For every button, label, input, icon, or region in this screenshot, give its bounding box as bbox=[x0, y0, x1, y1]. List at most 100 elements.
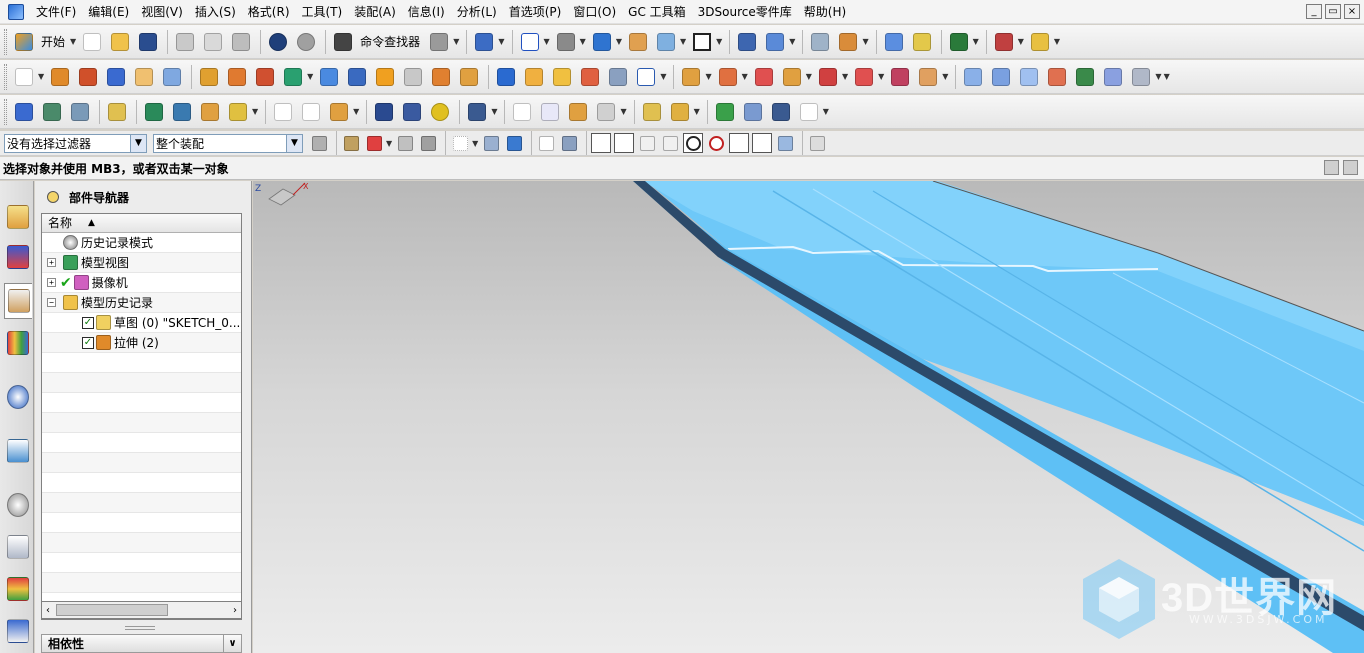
start-button[interactable] bbox=[11, 29, 37, 55]
through-curves-button[interactable] bbox=[988, 64, 1014, 90]
hole-button[interactable] bbox=[131, 64, 157, 90]
surface-options-button[interactable] bbox=[1128, 64, 1154, 90]
tree-row-model-views[interactable]: + 模型视图 bbox=[42, 253, 241, 273]
bearing-button[interactable] bbox=[427, 99, 453, 125]
snap-existing-point-button[interactable] bbox=[729, 133, 750, 153]
resource-tab-history[interactable] bbox=[4, 487, 32, 523]
toolbar-grip[interactable] bbox=[4, 98, 7, 125]
chevron-down-icon[interactable]: ▼ bbox=[705, 72, 711, 81]
pattern-button[interactable] bbox=[224, 64, 250, 90]
menu-gc-toolbox[interactable]: GC 工具箱 bbox=[622, 0, 692, 24]
menu-tools[interactable]: 工具(T) bbox=[296, 0, 349, 24]
menu-preferences[interactable]: 首选项(P) bbox=[503, 0, 568, 24]
hide-button[interactable] bbox=[464, 99, 490, 125]
chevron-down-icon[interactable]: ▼ bbox=[70, 37, 76, 46]
mirror-button[interactable] bbox=[493, 64, 519, 90]
type-filter-select[interactable]: 没有选择过滤器 ▼ bbox=[4, 133, 147, 153]
through-mesh-button[interactable] bbox=[1016, 64, 1042, 90]
datum-plane-button[interactable] bbox=[196, 64, 222, 90]
selection-scope-select[interactable]: 整个装配 ▼ bbox=[153, 133, 303, 153]
graphics-window[interactable]: 3D世界网 WWW.3DSJW.COM Z X bbox=[253, 181, 1364, 653]
touch-mode-button[interactable] bbox=[426, 29, 452, 55]
resource-tab-constraint-navigator[interactable] bbox=[4, 239, 32, 275]
snap-button[interactable] bbox=[881, 29, 907, 55]
select-curve-button[interactable] bbox=[364, 133, 384, 153]
undo-button[interactable] bbox=[265, 29, 291, 55]
layer-settings-button[interactable] bbox=[39, 99, 65, 125]
dependencies-panel-header[interactable]: 相依性 ∨ bbox=[41, 634, 242, 653]
background-button[interactable] bbox=[689, 29, 715, 55]
redo-button[interactable] bbox=[293, 29, 319, 55]
edge-blend-button[interactable] bbox=[428, 64, 454, 90]
chevron-down-icon[interactable]: ▼ bbox=[680, 37, 686, 46]
menu-view[interactable]: 视图(V) bbox=[135, 0, 189, 24]
unite-button[interactable] bbox=[252, 64, 278, 90]
new-button[interactable] bbox=[79, 29, 105, 55]
pad-button[interactable] bbox=[605, 64, 631, 90]
tree-row-model-history[interactable]: − 模型历史记录 bbox=[42, 293, 241, 313]
chevron-down-icon[interactable]: ▼ bbox=[353, 107, 359, 116]
sketch-button[interactable] bbox=[11, 64, 37, 90]
reposition-button[interactable] bbox=[169, 99, 195, 125]
scroll-left-icon[interactable]: ‹ bbox=[42, 605, 54, 616]
draft-button[interactable] bbox=[372, 64, 398, 90]
menu-file[interactable]: 文件(F) bbox=[30, 0, 82, 24]
layer-button[interactable] bbox=[625, 29, 651, 55]
chevron-down-icon[interactable]: ▼ bbox=[660, 72, 666, 81]
wcs-button[interactable] bbox=[835, 29, 861, 55]
image-button[interactable] bbox=[565, 99, 591, 125]
spring-button[interactable] bbox=[399, 99, 425, 125]
chevron-down-icon[interactable]: ▼ bbox=[38, 72, 44, 81]
tree-row-extrude[interactable]: ✓ 拉伸 (2) bbox=[42, 333, 241, 353]
scroll-right-icon[interactable]: › bbox=[229, 605, 241, 616]
triangle-button[interactable] bbox=[509, 99, 535, 125]
chevron-down-icon[interactable]: ▼ bbox=[1155, 72, 1161, 81]
rectangle-select-button[interactable] bbox=[450, 133, 470, 153]
ruled-surface-button[interactable] bbox=[960, 64, 986, 90]
snap-control-button[interactable] bbox=[559, 133, 579, 153]
dimension-button[interactable] bbox=[593, 99, 619, 125]
tree-row-sketch[interactable]: ✓ 草图 (0) "SKETCH_0... bbox=[42, 313, 241, 333]
resource-tab-roles[interactable] bbox=[4, 613, 32, 649]
menu-insert[interactable]: 插入(S) bbox=[189, 0, 242, 24]
selection-priority-button[interactable] bbox=[807, 133, 827, 153]
offset-face-button[interactable] bbox=[316, 64, 342, 90]
trim-body-button[interactable] bbox=[344, 64, 370, 90]
chevron-down-icon[interactable]: ▼ bbox=[1018, 37, 1024, 46]
resize-face-button[interactable] bbox=[815, 64, 841, 90]
select-face-button[interactable] bbox=[481, 133, 501, 153]
snap-end-point-button[interactable] bbox=[591, 133, 612, 153]
snap-quadrant-button[interactable] bbox=[706, 133, 726, 153]
resource-tab-process-studio[interactable] bbox=[4, 529, 32, 565]
chevron-down-icon[interactable]: ▼ bbox=[472, 139, 478, 148]
menu-analysis[interactable]: 分析(L) bbox=[451, 0, 503, 24]
display-button[interactable] bbox=[653, 29, 679, 55]
rendering-style-button[interactable] bbox=[553, 29, 579, 55]
expand-toggle[interactable]: + bbox=[47, 278, 56, 287]
menu-window[interactable]: 窗口(O) bbox=[567, 0, 622, 24]
tree-row-cameras[interactable]: + ✔ 摄像机 bbox=[42, 273, 241, 293]
start-label[interactable]: 开始 bbox=[41, 33, 65, 50]
check-button[interactable] bbox=[712, 99, 738, 125]
bom-button[interactable] bbox=[740, 99, 766, 125]
close-button[interactable]: × bbox=[1344, 4, 1360, 19]
component-array-button[interactable] bbox=[639, 99, 665, 125]
datum-button[interactable] bbox=[991, 29, 1017, 55]
paste-button[interactable] bbox=[228, 29, 254, 55]
resource-tab-assembly-navigator[interactable] bbox=[4, 199, 32, 235]
save-button[interactable] bbox=[135, 29, 161, 55]
chevron-down-icon[interactable]: ▼ bbox=[580, 37, 586, 46]
studio-surface-button[interactable] bbox=[1072, 64, 1098, 90]
resource-tab-palette[interactable] bbox=[4, 571, 32, 607]
snap-arc-center-button[interactable] bbox=[683, 133, 704, 153]
chevron-down-icon[interactable]: ▼ bbox=[620, 107, 626, 116]
snap-curve-button[interactable] bbox=[637, 133, 657, 153]
add-component-button[interactable] bbox=[197, 99, 223, 125]
menu-information[interactable]: 信息(I) bbox=[402, 0, 451, 24]
chevron-down-icon[interactable]: ▼ bbox=[742, 72, 748, 81]
restore-button[interactable]: ▭ bbox=[1325, 4, 1341, 19]
boss-button[interactable] bbox=[159, 64, 185, 90]
chevron-down-icon[interactable]: ▼ bbox=[252, 107, 258, 116]
chevron-down-icon[interactable]: ▼ bbox=[491, 107, 497, 116]
chamfer-button[interactable] bbox=[400, 64, 426, 90]
